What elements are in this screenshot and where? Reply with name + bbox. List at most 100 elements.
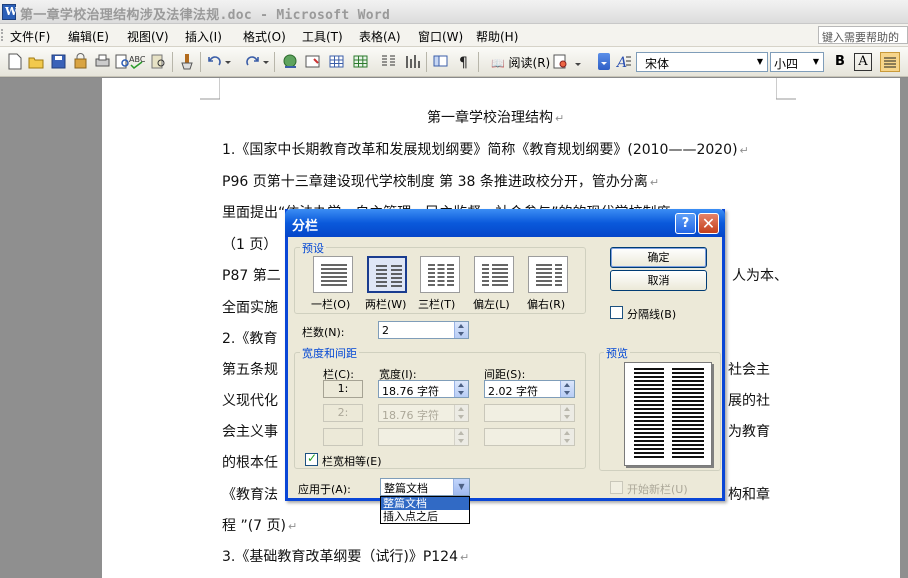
spinner-arrows-icon bbox=[454, 429, 468, 445]
svg-text:ABC: ABC bbox=[129, 55, 145, 64]
column-1-spacing-stepper[interactable]: 2.02 字符 bbox=[484, 380, 575, 398]
column-1-width-stepper[interactable]: 18.76 字符 bbox=[378, 380, 469, 398]
font-size-dropdown[interactable]: 小四 ▼ bbox=[770, 52, 824, 72]
open-folder-icon[interactable] bbox=[28, 53, 45, 70]
columns-dialog: 分栏 ? ✕ 预设 一栏(O) 两栏(W) 三栏(T) 偏左(L) 偏右(R) … bbox=[285, 209, 725, 524]
document-map-icon[interactable] bbox=[432, 53, 449, 70]
toolbar-separator bbox=[200, 52, 201, 72]
reading-mode-button[interactable]: 📖 阅读(R) bbox=[487, 52, 554, 72]
dialog-title: 分栏 bbox=[292, 219, 319, 234]
drawing-icon[interactable] bbox=[404, 53, 421, 70]
hyperlink-icon[interactable] bbox=[282, 53, 299, 70]
spinner-arrows-icon[interactable] bbox=[560, 381, 574, 397]
spelling-icon[interactable]: ABC bbox=[128, 53, 146, 70]
preview-label: 预览 bbox=[604, 345, 630, 361]
tables-borders-icon[interactable] bbox=[304, 53, 321, 70]
print-icon[interactable] bbox=[94, 53, 111, 70]
insert-excel-icon[interactable] bbox=[352, 53, 369, 70]
document-line: 全面实施 bbox=[222, 300, 278, 316]
baidu-watermark-url: jingyan.baidu.com bbox=[705, 535, 816, 549]
document-line: 2.《教育 bbox=[222, 331, 278, 347]
apply-option-after-insertion-point[interactable]: 插入点之后 bbox=[381, 510, 469, 523]
document-line: 3.《基础教育改革纲要（试行)》P124 ↵ bbox=[222, 549, 470, 565]
spinner-arrows-icon[interactable] bbox=[454, 381, 468, 397]
apply-option-whole-document[interactable]: 整篇文档 bbox=[381, 497, 469, 510]
menu-file[interactable]: 文件(F) bbox=[10, 28, 50, 45]
preset-left[interactable] bbox=[474, 256, 514, 293]
toolbar-options-icon[interactable] bbox=[574, 53, 582, 70]
help-button[interactable]: ? bbox=[675, 213, 696, 234]
menu-grip bbox=[1, 29, 5, 41]
document-line: 展的社 bbox=[728, 393, 770, 409]
cancel-button[interactable]: 取消 bbox=[610, 270, 707, 291]
spinner-arrows-icon[interactable] bbox=[454, 322, 468, 338]
separator-line-checkbox[interactable] bbox=[610, 306, 623, 319]
menu-edit[interactable]: 编辑(E) bbox=[68, 28, 109, 45]
left-gutter bbox=[0, 78, 102, 578]
menu-tools[interactable]: 工具(T) bbox=[302, 28, 343, 45]
toolbar-chevron-icon[interactable] bbox=[598, 53, 610, 70]
svg-text:¶: ¶ bbox=[459, 55, 468, 70]
save-icon[interactable] bbox=[50, 53, 67, 70]
format-painter-icon[interactable] bbox=[178, 53, 195, 70]
menu-format[interactable]: 格式(O) bbox=[243, 28, 286, 45]
apply-to-value: 整篇文档 bbox=[384, 482, 428, 495]
chevron-down-icon[interactable]: ▼ bbox=[453, 479, 469, 495]
book-icon: 📖 bbox=[491, 57, 505, 70]
equal-width-checkbox[interactable] bbox=[305, 451, 318, 466]
preset-two-columns[interactable] bbox=[367, 256, 407, 293]
document-line: （1 页） bbox=[222, 237, 278, 253]
styles-formatting-icon[interactable]: A bbox=[615, 53, 633, 71]
columns-count-label: 栏数(N): bbox=[302, 326, 345, 339]
close-button[interactable]: ✕ bbox=[698, 213, 719, 234]
menu-help[interactable]: 帮助(H) bbox=[476, 28, 518, 45]
columns-icon[interactable] bbox=[380, 53, 397, 70]
show-hide-icon[interactable]: ¶ bbox=[456, 53, 473, 71]
window-title: 第一章学校治理结构涉及法律法规.doc - Microsoft Word bbox=[20, 8, 391, 23]
undo-icon[interactable] bbox=[206, 53, 223, 70]
insert-table-icon[interactable] bbox=[328, 53, 345, 70]
menu-table[interactable]: 表格(A) bbox=[359, 28, 401, 45]
document-line: 1.《国家中长期教育改革和发展规划纲要》简称《教育规划纲要》(2010——202… bbox=[222, 142, 749, 158]
permission-icon[interactable] bbox=[72, 53, 89, 70]
character-border-button[interactable]: A bbox=[854, 53, 872, 71]
ok-button[interactable]: 确定 bbox=[610, 247, 707, 268]
preset-right-label: 偏右(R) bbox=[527, 298, 566, 311]
preset-right[interactable] bbox=[528, 256, 568, 293]
bold-button[interactable]: B bbox=[830, 52, 850, 72]
menu-window[interactable]: 窗口(W) bbox=[418, 28, 463, 45]
preset-one-column[interactable] bbox=[313, 256, 353, 293]
right-column-icon bbox=[536, 264, 562, 286]
menu-view[interactable]: 视图(V) bbox=[127, 28, 169, 45]
research-pane-icon[interactable] bbox=[552, 53, 569, 70]
document-line: 社会主 bbox=[728, 362, 770, 378]
undo-dropdown-icon[interactable] bbox=[224, 53, 232, 70]
redo-icon[interactable] bbox=[244, 53, 261, 70]
document-line: 会主义事 bbox=[222, 424, 278, 440]
document-line: P87 第二 bbox=[222, 268, 281, 284]
document-heading: 第一章学校治理结构 ↵ bbox=[427, 110, 565, 126]
reading-label: 阅读(R) bbox=[508, 56, 551, 70]
width-spacing-label: 宽度和间距 bbox=[300, 345, 359, 361]
font-dropdown[interactable]: 宋体 ▼ bbox=[636, 52, 768, 72]
preset-three-columns[interactable] bbox=[420, 256, 460, 293]
align-justify-button[interactable] bbox=[880, 52, 900, 72]
redo-dropdown-icon[interactable] bbox=[262, 53, 270, 70]
apply-to-select[interactable]: 整篇文档 ▼ bbox=[380, 478, 470, 496]
help-search-input[interactable]: 键入需要帮助的 bbox=[818, 26, 908, 44]
new-document-icon[interactable] bbox=[6, 53, 23, 70]
column-3-spacing-stepper bbox=[484, 428, 575, 446]
columns-count-stepper[interactable]: 2 bbox=[378, 321, 469, 339]
vertical-scrollbar[interactable] bbox=[900, 78, 908, 578]
column-index-3 bbox=[323, 428, 363, 446]
research-icon[interactable] bbox=[150, 53, 167, 70]
spinner-arrows-icon bbox=[454, 405, 468, 421]
left-column-icon bbox=[482, 264, 508, 286]
menu-insert[interactable]: 插入(I) bbox=[185, 28, 222, 45]
svg-text:A: A bbox=[616, 55, 627, 70]
document-line: 程 ”(7 页) ↵ bbox=[222, 518, 298, 534]
document-line: 义现代化 bbox=[222, 393, 278, 409]
toolbar-separator bbox=[172, 52, 173, 72]
apply-to-label: 应用于(A): bbox=[298, 483, 351, 496]
dialog-title-bar[interactable]: 分栏 ? ✕ bbox=[285, 209, 725, 237]
